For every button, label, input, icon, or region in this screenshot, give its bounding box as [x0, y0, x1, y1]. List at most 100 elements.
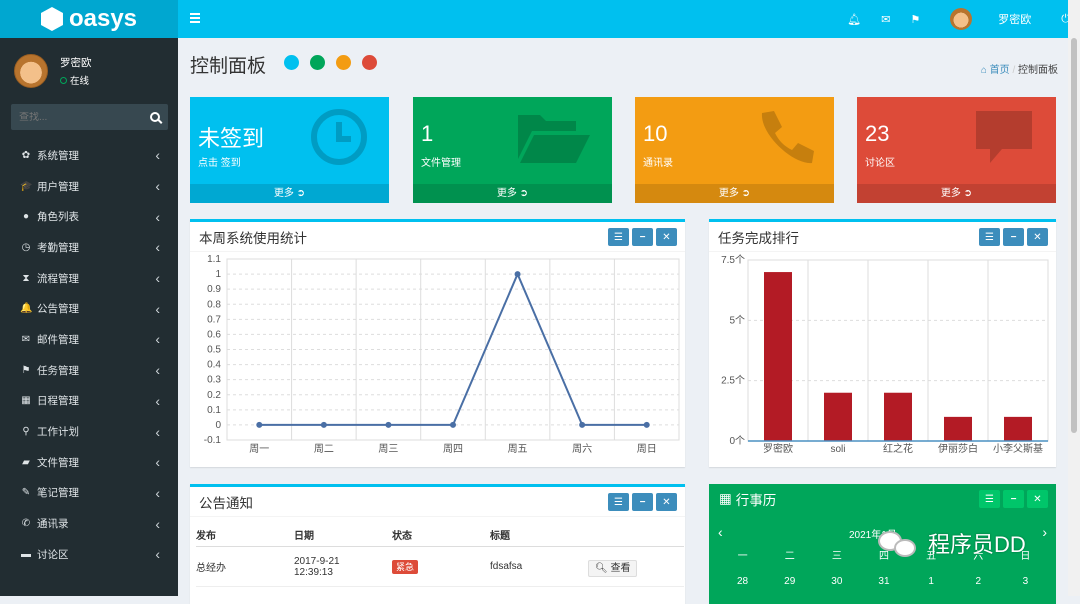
notice-panel: 公告通知 ☰ − ✕ 发布 日期 状态 标题 总经办 2017-9-21 12:39:…	[190, 484, 685, 604]
sidebar-item-9[interactable]: ⚲ 工作计划 ‹	[0, 416, 178, 447]
x-tick-label: 周三	[378, 443, 398, 455]
y-tick-label: 1	[215, 269, 221, 280]
collapse-button[interactable]: −	[632, 493, 653, 511]
weekday-label: 二	[784, 551, 795, 562]
theme-color-0[interactable]	[284, 55, 299, 70]
info-box-0[interactable]: 未签到 点击 签到 更多 ➲	[190, 97, 389, 203]
more-link[interactable]: 更多 ➲	[635, 184, 834, 203]
calendar-day[interactable]: 2	[955, 576, 1002, 587]
sidebar: oasys 罗密欧 在线 ✿系统管理‹🎓用户管理‹●角色列表‹◷考勤管理‹⧗流程…	[0, 0, 178, 596]
sidebar-search	[11, 104, 168, 130]
prev-month-icon[interactable]: ‹	[718, 524, 723, 540]
chevron-left-icon: ‹	[155, 362, 160, 379]
bar	[1004, 416, 1032, 441]
view-button[interactable]: 🔍︎ 查看	[588, 560, 638, 577]
list-button[interactable]: ☰	[608, 493, 629, 511]
sidebar-item-10[interactable]: ▰ 文件管理 ‹	[0, 447, 178, 478]
sidebar-item-8[interactable]: ▦ 日程管理 ‹	[0, 386, 178, 417]
bar	[824, 392, 852, 441]
more-link[interactable]: 更多 ➲	[190, 184, 389, 203]
close-button[interactable]: ✕	[656, 493, 677, 511]
more-link[interactable]: 更多 ➲	[857, 184, 1056, 203]
close-button[interactable]: ✕	[1027, 228, 1048, 246]
chevron-left-icon: ‹	[155, 300, 160, 317]
sidebar-item-1[interactable]: 🎓 用户管理 ‹	[0, 171, 178, 202]
data-point	[320, 421, 327, 428]
list-button[interactable]: ☰	[979, 490, 1000, 508]
y-tick-label: -0.1	[204, 435, 222, 446]
info-box-label: 讨论区	[865, 158, 895, 169]
close-button[interactable]: ✕	[656, 228, 677, 246]
y-tick-label: 2.5个	[721, 375, 745, 387]
calendar-icon: ▦	[21, 395, 31, 407]
comment-icon: ▬	[21, 548, 31, 560]
ranking-bar-chart: 0个 2.5个 5个 7.5个罗密欧 soli 红之花 伊丽莎白 小李父斯基	[721, 254, 1049, 455]
graduation-cap-icon: 🎓	[20, 180, 33, 192]
person-icon: ⚲	[22, 426, 30, 438]
search-icon[interactable]	[150, 112, 160, 122]
calendar-day[interactable]: 28	[719, 576, 766, 587]
gear-icon: ✿	[21, 149, 31, 161]
next-month-icon[interactable]: ›	[1042, 524, 1047, 540]
info-box-value: 23	[865, 121, 890, 146]
theme-color-3[interactable]	[362, 55, 377, 70]
y-tick-label: 5个	[729, 314, 745, 326]
collapse-button[interactable]: −	[632, 228, 653, 246]
chevron-left-icon: ‹	[155, 239, 160, 256]
sidebar-item-4[interactable]: ⧗ 流程管理 ‹	[0, 263, 178, 294]
calendar-icon: ▦	[719, 491, 732, 506]
bell-icon[interactable]: 🔔︎	[847, 13, 861, 26]
theme-switcher	[284, 55, 377, 70]
x-tick-label: 罗密欧	[763, 442, 793, 455]
close-button[interactable]: ✕	[1027, 490, 1048, 508]
calendar-day[interactable]: 30	[813, 576, 860, 587]
collapse-button[interactable]: −	[1003, 490, 1024, 508]
topbar-avatar	[950, 8, 973, 30]
menu-toggle-icon[interactable]	[190, 13, 200, 23]
list-button[interactable]: ☰	[608, 228, 629, 246]
chevron-left-icon: ‹	[155, 147, 160, 164]
sidebar-item-12[interactable]: ✆ 通讯录 ‹	[0, 508, 178, 539]
chevron-left-icon: ‹	[155, 392, 160, 409]
sidebar-item-5[interactable]: 🔔 公告管理 ‹	[0, 293, 178, 324]
sidebar-item-11[interactable]: ✎ 笔记管理 ‹	[0, 478, 178, 509]
hourglass-icon: ⧗	[22, 272, 30, 284]
envelope-icon[interactable]: ✉	[881, 13, 890, 26]
x-tick-label: 小李父斯基	[993, 442, 1043, 455]
logo[interactable]: oasys	[0, 0, 178, 38]
y-tick-label: 0.8	[207, 299, 221, 310]
topbar-user[interactable]: 罗密欧	[940, 8, 1041, 30]
info-box-1[interactable]: 1 文件管理 更多 ➲	[413, 97, 612, 203]
phone-icon	[754, 107, 814, 170]
calendar-day[interactable]: 31	[860, 576, 907, 587]
weekday-label: 一	[737, 551, 748, 562]
theme-color-1[interactable]	[310, 55, 325, 70]
bar	[764, 272, 792, 441]
sidebar-item-3[interactable]: ◷ 考勤管理 ‹	[0, 232, 178, 263]
sidebar-item-0[interactable]: ✿ 系统管理 ‹	[0, 140, 178, 171]
info-box-2[interactable]: 10 通讯录 更多 ➲	[635, 97, 834, 203]
scrollbar-thumb[interactable]	[1071, 38, 1077, 433]
calendar-day[interactable]: 3	[1002, 576, 1049, 587]
chevron-left-icon: ‹	[155, 484, 160, 501]
page-title: 控制面板	[190, 56, 267, 77]
collapse-button[interactable]: −	[1003, 228, 1024, 246]
flag-icon[interactable]: ⚑	[910, 13, 920, 26]
info-box-3[interactable]: 23 讨论区更多 ➲	[857, 97, 1056, 203]
sidebar-item-2[interactable]: ● 角色列表 ‹	[0, 201, 178, 232]
sidebar-item-7[interactable]: ⚑ 任务管理 ‹	[0, 355, 178, 386]
info-box-label: 文件管理	[421, 158, 461, 169]
calendar-day[interactable]: 29	[766, 576, 813, 587]
theme-color-2[interactable]	[336, 55, 351, 70]
chevron-left-icon: ‹	[155, 270, 160, 287]
list-button[interactable]: ☰	[979, 228, 1000, 246]
scrollbar[interactable]	[1068, 0, 1080, 596]
sidebar-item-13[interactable]: ▬ 讨论区 ‹	[0, 539, 178, 570]
avatar	[14, 54, 48, 88]
usage-line-chart: -0.1 0 0.1 0.2 0.3 0.4 0.5 0.6 0.7 0.8 0.9 1 1.1 周一 周二…	[204, 254, 680, 455]
more-link[interactable]: 更多 ➲	[413, 184, 612, 203]
search-input[interactable]	[19, 111, 139, 123]
breadcrumb-home[interactable]: ⌂ 首页	[981, 65, 1010, 76]
calendar-day[interactable]: 1	[908, 576, 955, 587]
sidebar-item-6[interactable]: ✉ 邮件管理 ‹	[0, 324, 178, 355]
